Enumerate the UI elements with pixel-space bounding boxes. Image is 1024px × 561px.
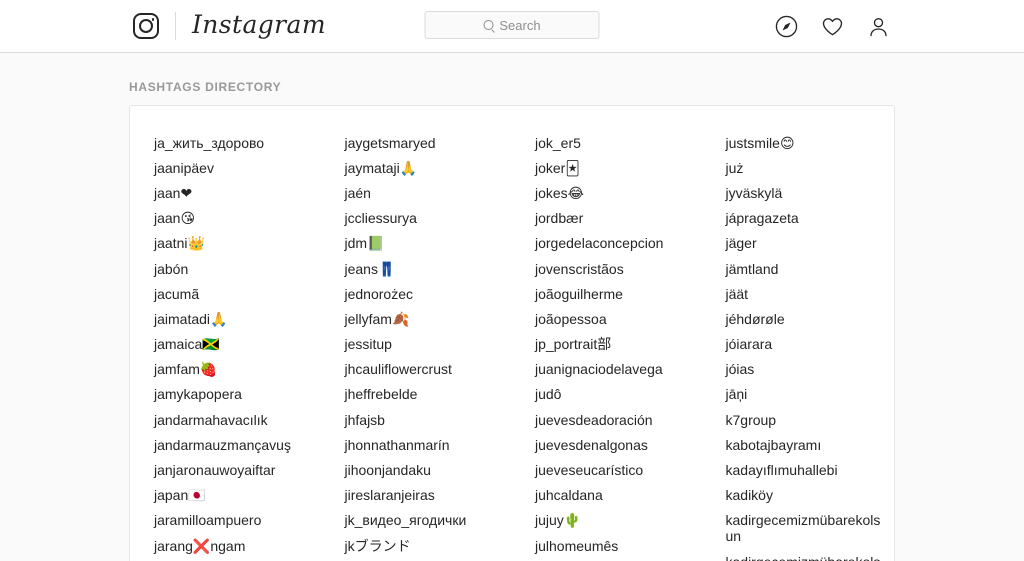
hashtag-link[interactable]: jdm📗 [345, 231, 508, 256]
brand-logo-group[interactable]: Instagram [133, 12, 326, 40]
hashtag-link[interactable]: juevesdeadoración [535, 407, 698, 432]
nav-actions [774, 14, 890, 38]
hashtag-link[interactable]: jäät [726, 281, 889, 306]
page-title: HASHTAGS DIRECTORY [129, 80, 282, 94]
hashtag-link[interactable]: jamaica🇯🇲 [154, 332, 317, 357]
hashtag-link[interactable]: jhfajsb [345, 407, 508, 432]
hashtag-link[interactable]: jaan❤ [154, 180, 317, 205]
hashtag-link[interactable]: jéhdørøle [726, 306, 889, 331]
hashtag-column-4: justsmile😊 już jyväskylä jápragazeta jäg… [704, 130, 895, 561]
hashtag-link[interactable]: jandarmahavacılık [154, 407, 317, 432]
hashtag-link[interactable]: jaimatadi🙏 [154, 306, 317, 331]
hashtag-link[interactable]: judô [535, 382, 698, 407]
hashtag-link[interactable]: jihoonjandaku [345, 457, 508, 482]
hashtag-link[interactable]: jamfam🍓 [154, 357, 317, 382]
hashtag-link[interactable]: kadirgecemizmübarekolsun🙏 [726, 549, 889, 561]
hashtag-link[interactable]: kabotajbayramı [726, 432, 889, 457]
hashtag-column-3: jok_er5 joker🃏 jokes😂 jordbær jorgedelac… [513, 130, 704, 561]
hashtag-link[interactable]: jamykapopera [154, 382, 317, 407]
hashtag-link[interactable]: już [726, 155, 889, 180]
search-icon [483, 20, 494, 30]
hashtag-link[interactable]: kadiköy [726, 483, 889, 508]
hashtag-link[interactable]: jk_видео_ягодички [345, 508, 508, 533]
hashtag-column-1: ja_жить_здорово jaanipäev jaan❤ jaan😘 ja… [130, 130, 323, 561]
search-input[interactable]: Search [424, 11, 600, 39]
hashtag-link[interactable]: jabón [154, 256, 317, 281]
hashtag-link[interactable]: jorgedelaconcepcion [535, 231, 698, 256]
hashtag-link[interactable]: jaygetsmaryed [345, 130, 508, 155]
hashtag-link[interactable]: kadayıflımuhallebi [726, 457, 889, 482]
hashtag-link[interactable]: k7group [726, 407, 889, 432]
hashtag-link[interactable]: jellyfam🍂 [345, 306, 508, 331]
hashtag-column-2: jaygetsmaryed jaymataji🙏 jaén jccliessur… [323, 130, 514, 561]
hashtag-link[interactable]: jóiarara [726, 332, 889, 357]
hashtag-link[interactable]: jireslaranjeiras [345, 483, 508, 508]
hashtag-link[interactable]: jp_portrait部 [535, 332, 698, 357]
hashtag-link[interactable]: julhomeumês [535, 533, 698, 558]
hashtag-link[interactable]: jacumã [154, 281, 317, 306]
instagram-wordmark[interactable]: Instagram [192, 12, 326, 40]
hashtag-link[interactable]: jápragazeta [726, 206, 889, 231]
hashtag-link[interactable]: jheffrebelde [345, 382, 508, 407]
hashtag-link[interactable]: joãoguilherme [535, 281, 698, 306]
top-navigation-bar: Instagram Search [0, 0, 1024, 53]
hashtag-link[interactable]: jaatni👑 [154, 231, 317, 256]
hashtag-link[interactable]: jóias [726, 357, 889, 382]
hashtag-link[interactable]: joker🃏 [535, 155, 698, 180]
heart-icon[interactable] [820, 14, 844, 38]
hashtag-link[interactable]: janjaronauwoyaiftar [154, 457, 317, 482]
hashtag-link[interactable]: jaén [345, 180, 508, 205]
hashtag-link[interactable]: jaramilloampuero [154, 508, 317, 533]
hashtag-link[interactable]: jämtland [726, 256, 889, 281]
instagram-camera-icon[interactable] [133, 13, 159, 39]
hashtag-link[interactable]: jaan😘 [154, 206, 317, 231]
hashtag-link[interactable]: jhonnathanmarín [345, 432, 508, 457]
hashtag-link[interactable]: jednorożec [345, 281, 508, 306]
hashtag-link[interactable]: jhcauliflowercrust [345, 357, 508, 382]
hashtag-link[interactable]: jandarmauzmançavuş [154, 432, 317, 457]
hashtag-link[interactable]: juhcaldana [535, 483, 698, 508]
hashtag-link[interactable]: jordbær [535, 206, 698, 231]
hashtag-link[interactable]: jovenscristãos [535, 256, 698, 281]
hashtag-link[interactable]: jarang❌ngam [154, 533, 317, 558]
nav-inner: Instagram Search [0, 0, 1024, 52]
hashtag-link[interactable]: jäger [726, 231, 889, 256]
hashtag-link[interactable]: joãopessoa [535, 306, 698, 331]
hashtag-link[interactable]: jaanipäev [154, 155, 317, 180]
hashtag-link[interactable]: jeans👖 [345, 256, 508, 281]
hashtag-columns: ja_жить_здорово jaanipäev jaan❤ jaan😘 ja… [130, 130, 894, 561]
hashtag-link[interactable]: jccliessurya [345, 206, 508, 231]
hashtag-link[interactable]: jueveseucarístico [535, 457, 698, 482]
hashtag-link[interactable]: ja_жить_здорово [154, 130, 317, 155]
compass-icon[interactable] [774, 14, 798, 38]
hashtag-link[interactable]: juanignaciodelavega [535, 357, 698, 382]
hashtag-link[interactable]: justsmile😊 [726, 130, 889, 155]
hashtag-link[interactable]: jkブランド [345, 533, 508, 558]
hashtag-link[interactable]: jyväskylä [726, 180, 889, 205]
hashtag-link[interactable]: jāņi [726, 382, 889, 407]
person-icon[interactable] [866, 14, 890, 38]
hashtags-directory-card: ja_жить_здорово jaanipäev jaan❤ jaan😘 ja… [129, 105, 895, 561]
hashtag-link[interactable]: jujuy🌵 [535, 508, 698, 533]
search-container: Search [424, 11, 600, 39]
hashtag-link[interactable]: jokes😂 [535, 180, 698, 205]
hashtag-link[interactable]: jaymataji🙏 [345, 155, 508, 180]
hashtag-link[interactable]: kadirgecemizmübarekolsun [726, 508, 889, 549]
hashtag-link[interactable]: japan🇯🇵 [154, 483, 317, 508]
brand-divider [175, 12, 176, 40]
hashtag-link[interactable]: juevesdenalgonas [535, 432, 698, 457]
hashtag-link[interactable]: jok_er5 [535, 130, 698, 155]
page-content: HASHTAGS DIRECTORY ja_жить_здорово jaani… [0, 53, 1024, 561]
search-placeholder: Search [499, 17, 541, 33]
hashtag-link[interactable]: jessitup [345, 332, 508, 357]
